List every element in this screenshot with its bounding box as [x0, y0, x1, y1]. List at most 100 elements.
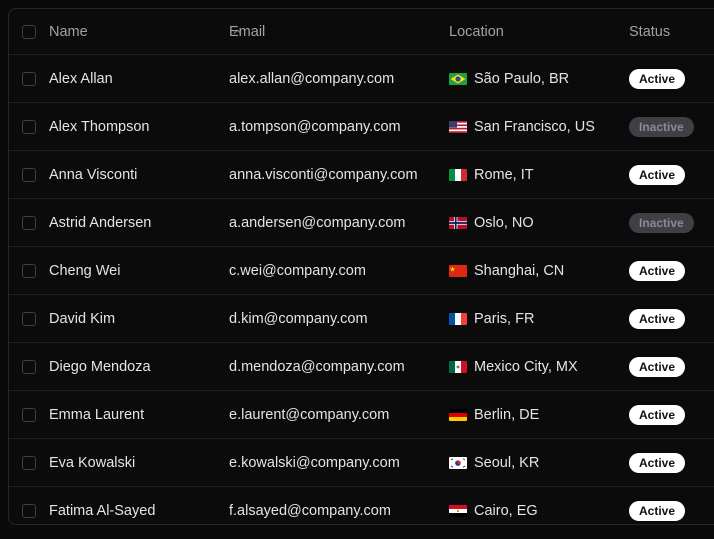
user-location: Mexico City, MX	[474, 358, 578, 375]
row-location-cell: Shanghai, CN	[449, 247, 624, 294]
row-name-cell: Alex Allan	[49, 55, 219, 102]
table-header-row: Name Email Location Status	[9, 9, 714, 55]
user-location: Berlin, DE	[474, 406, 540, 423]
column-header-name[interactable]: Name	[49, 9, 242, 54]
table-row[interactable]: Anna Visconti anna.visconti@company.com Ro…	[9, 151, 714, 199]
row-status-cell: Active	[629, 343, 714, 390]
user-email: e.laurent@company.com	[229, 406, 390, 423]
row-select-checkbox[interactable]	[22, 263, 36, 278]
row-select-checkbox[interactable]	[22, 359, 36, 374]
row-email-cell: e.laurent@company.com	[229, 391, 444, 438]
user-name: Fatima Al-Sayed	[49, 502, 156, 519]
status-badge: Inactive	[629, 212, 694, 233]
row-name-cell: Astrid Andersen	[49, 199, 219, 246]
column-header-email[interactable]: Email	[229, 9, 444, 54]
row-name-cell: Emma Laurent	[49, 391, 219, 438]
column-header-status[interactable]: Status	[629, 9, 714, 54]
egypt-flag-icon	[449, 504, 467, 517]
select-all-checkbox[interactable]	[22, 24, 36, 39]
row-select-checkbox[interactable]	[22, 503, 36, 518]
row-select-checkbox[interactable]	[22, 167, 36, 182]
user-name: Emma Laurent	[49, 406, 145, 423]
status-badge: Active	[629, 68, 686, 89]
row-location-cell: San Francisco, US	[449, 103, 624, 150]
table-row[interactable]: Alex Thompson a.tompson@company.com San Fr…	[9, 103, 714, 151]
user-location: São Paulo, BR	[474, 70, 570, 87]
row-location-cell: Rome, IT	[449, 151, 624, 198]
row-select-checkbox[interactable]	[22, 71, 36, 86]
row-name-cell: Cheng Wei	[49, 247, 219, 294]
table-row[interactable]: Eva Kowalski e.kowalski@company.com Seoul,…	[9, 439, 714, 487]
users-table: Name Email Location Status Alex Allan ale…	[8, 8, 714, 525]
row-location-cell: São Paulo, BR	[449, 55, 624, 102]
user-email: a.andersen@company.com	[229, 214, 406, 231]
row-checkbox-cell	[22, 199, 40, 246]
table-row[interactable]: Emma Laurent e.laurent@company.com Berlin,…	[9, 391, 714, 439]
user-name: Cheng Wei	[49, 262, 121, 279]
row-email-cell: c.wei@company.com	[229, 247, 444, 294]
row-email-cell: f.alsayed@company.com	[229, 487, 444, 524]
row-location-cell: Seoul, KR	[449, 439, 624, 486]
row-status-cell: Active	[629, 391, 714, 438]
row-checkbox-cell	[22, 439, 40, 486]
row-select-checkbox[interactable]	[22, 215, 36, 230]
user-location: Paris, FR	[474, 310, 535, 327]
table-row[interactable]: Fatima Al-Sayed f.alsayed@company.com Cair…	[9, 487, 714, 524]
user-location: Seoul, KR	[474, 454, 540, 471]
user-name: Eva Kowalski	[49, 454, 136, 471]
status-badge: Active	[629, 260, 686, 281]
user-location: Cairo, EG	[474, 502, 538, 519]
row-location-cell: Mexico City, MX	[449, 343, 624, 390]
user-location: Shanghai, CN	[474, 262, 565, 279]
status-badge: Inactive	[629, 116, 694, 137]
table-row[interactable]: David Kim d.kim@company.com Paris, FR Activ…	[9, 295, 714, 343]
row-email-cell: d.kim@company.com	[229, 295, 444, 342]
user-name: David Kim	[49, 310, 116, 327]
user-name: Alex Allan	[49, 70, 113, 87]
mexico-flag-icon	[449, 360, 467, 373]
column-header-location[interactable]: Location	[449, 9, 624, 54]
user-email: a.tompson@company.com	[229, 118, 401, 135]
row-name-cell: Alex Thompson	[49, 103, 219, 150]
row-location-cell: Oslo, NO	[449, 199, 624, 246]
row-status-cell: Active	[629, 55, 714, 102]
row-select-checkbox[interactable]	[22, 407, 36, 422]
row-select-checkbox[interactable]	[22, 119, 36, 134]
south-korea-flag-icon	[449, 456, 467, 469]
row-name-cell: Eva Kowalski	[49, 439, 219, 486]
user-name: Diego Mendoza	[49, 358, 151, 375]
user-name: Alex Thompson	[49, 118, 150, 135]
column-header-email-label: Email	[229, 23, 266, 40]
germany-flag-icon	[449, 408, 467, 421]
row-checkbox-cell	[22, 343, 40, 390]
row-checkbox-cell	[22, 151, 40, 198]
column-header-status-label: Status	[629, 23, 671, 40]
user-name: Anna Visconti	[49, 166, 138, 183]
table-row[interactable]: Diego Mendoza d.mendoza@company.com Mexico…	[9, 343, 714, 391]
table-row[interactable]: Alex Allan alex.allan@company.com São Paul…	[9, 55, 714, 103]
row-select-checkbox[interactable]	[22, 311, 36, 326]
status-badge: Active	[629, 164, 686, 185]
row-location-cell: Paris, FR	[449, 295, 624, 342]
china-flag-icon	[449, 264, 467, 277]
table-row[interactable]: Cheng Wei c.wei@company.com Shanghai, CN Ac…	[9, 247, 714, 295]
row-status-cell: Active	[629, 151, 714, 198]
user-email: d.kim@company.com	[229, 310, 368, 327]
row-status-cell: Active	[629, 295, 714, 342]
row-checkbox-cell	[22, 247, 40, 294]
user-email: c.wei@company.com	[229, 262, 366, 279]
row-select-checkbox[interactable]	[22, 455, 36, 470]
row-name-cell: Fatima Al-Sayed	[49, 487, 219, 524]
user-email: alex.allan@company.com	[229, 70, 395, 87]
norway-flag-icon	[449, 216, 467, 229]
table-row[interactable]: Astrid Andersen a.andersen@company.com Osl…	[9, 199, 714, 247]
row-email-cell: a.andersen@company.com	[229, 199, 444, 246]
row-location-cell: Berlin, DE	[449, 391, 624, 438]
status-badge: Active	[629, 356, 686, 377]
user-email: anna.visconti@company.com	[229, 166, 418, 183]
user-location: San Francisco, US	[474, 118, 595, 135]
user-location: Rome, IT	[474, 166, 534, 183]
column-header-name-label: Name	[49, 23, 88, 40]
row-checkbox-cell	[22, 487, 40, 524]
user-email: f.alsayed@company.com	[229, 502, 391, 519]
